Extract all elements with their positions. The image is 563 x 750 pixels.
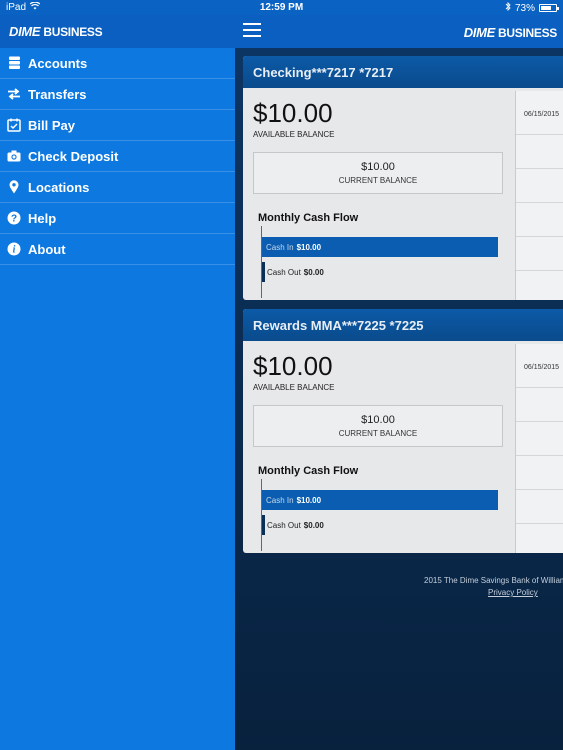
transaction-row <box>516 456 563 490</box>
menu-item-transfers[interactable]: Transfers <box>0 79 235 110</box>
status-time: 12:59 PM <box>259 2 304 13</box>
current-balance-box: $10.00 CURRENT BALANCE <box>253 152 503 194</box>
transaction-row <box>516 135 563 169</box>
account-card-body: $10.00 AVAILABLE BALANCE $10.00 CURRENT … <box>243 341 563 553</box>
main-content: Checking***7217 *7217 $10.00 AVAILABLE B… <box>235 48 563 750</box>
cash-in-value: $10.00 <box>296 242 322 252</box>
cash-out-value: $0.00 <box>303 268 324 277</box>
dime-business-logo: DIME BUSINESS <box>9 24 103 39</box>
accounts-icon <box>7 56 21 70</box>
menu-item-label: About <box>28 241 66 257</box>
transaction-date: 06/15/2015 <box>524 364 560 371</box>
account-title[interactable]: Checking***7217 *7217 <box>243 56 563 88</box>
menu-item-label: Locations <box>28 179 90 195</box>
menu-item-check-deposit[interactable]: Check Deposit <box>0 141 235 172</box>
menu-item-label: Transfers <box>28 86 87 102</box>
menu-item-bill-pay[interactable]: Bill Pay <box>0 110 235 141</box>
available-balance-label: AVAILABLE BALANCE <box>253 383 335 392</box>
transfers-icon <box>7 87 21 101</box>
cash-in-value: $10.00 <box>296 495 322 505</box>
cash-out-value: $0.00 <box>303 521 324 530</box>
top-bar: DIME BUSINESS <box>235 15 563 48</box>
side-menu: DIME BUSINESS Accounts Transfers Bill Pa… <box>0 15 235 750</box>
copyright-text: 2015 The Dime Savings Bank of Williamsbu… <box>424 576 563 585</box>
menu-item-about[interactable]: i About <box>0 234 235 265</box>
menu-header: DIME BUSINESS <box>0 15 235 48</box>
current-balance-label: CURRENT BALANCE <box>338 176 418 185</box>
balance-pane: $10.00 AVAILABLE BALANCE $10.00 CURRENT … <box>243 88 515 300</box>
menu-item-label: Help <box>28 210 57 226</box>
transaction-date: 06/15/2015 <box>524 111 560 118</box>
hamburger-menu-icon[interactable] <box>243 23 261 39</box>
question-icon: ? <box>7 211 21 225</box>
current-balance: $10.00 <box>361 414 395 426</box>
current-balance-label: CURRENT BALANCE <box>338 429 418 438</box>
cash-in-label: Cash In <box>266 242 294 252</box>
dime-business-logo-header: DIME BUSINESS <box>463 25 558 40</box>
current-balance: $10.00 <box>361 161 395 173</box>
transactions-pane: 06/15/2015 <box>515 91 563 300</box>
battery-icon <box>539 4 559 12</box>
available-balance: $10.00 <box>253 351 333 381</box>
battery-percent: 73% <box>514 2 535 14</box>
svg-text:?: ? <box>11 214 17 225</box>
transaction-row[interactable]: 06/15/2015 <box>516 344 563 388</box>
status-bar: iPad 12:59 PM 73% <box>0 0 563 15</box>
cash-out-bar <box>262 515 265 535</box>
cash-flow-title: Monthly Cash Flow <box>258 212 359 224</box>
location-pin-icon <box>7 180 21 194</box>
info-icon: i <box>7 242 21 256</box>
transaction-row <box>516 203 563 237</box>
cash-in-bar: Cash In $10.00 <box>262 237 498 257</box>
menu-item-label: Check Deposit <box>28 148 119 164</box>
transaction-row <box>516 388 563 422</box>
cash-flow-title: Monthly Cash Flow <box>258 465 359 477</box>
menu-item-accounts[interactable]: Accounts <box>0 48 235 79</box>
account-card[interactable]: Rewards MMA***7225 *7225 $10.00 AVAILABL… <box>243 309 563 553</box>
cash-in-bar: Cash In $10.00 <box>262 490 498 510</box>
bluetooth-icon <box>505 1 511 14</box>
menu-item-help[interactable]: ? Help <box>0 203 235 234</box>
cash-out-text: Cash Out $0.00 <box>267 521 324 530</box>
menu-item-label: Bill Pay <box>28 117 75 133</box>
account-card[interactable]: Checking***7217 *7217 $10.00 AVAILABLE B… <box>243 56 563 300</box>
cash-in-label: Cash In <box>266 495 294 505</box>
transaction-row <box>516 169 563 203</box>
cash-out-label: Cash Out <box>267 268 301 277</box>
battery-fill <box>541 6 552 10</box>
transactions-pane: 06/15/2015 <box>515 344 563 553</box>
calendar-check-icon <box>7 118 21 132</box>
cash-out-text: Cash Out $0.00 <box>267 268 324 277</box>
menu-item-label: Accounts <box>28 55 88 71</box>
transaction-row <box>516 490 563 524</box>
privacy-policy-link[interactable]: Privacy Policy <box>488 588 538 597</box>
cash-out-label: Cash Out <box>267 521 301 530</box>
transaction-row <box>516 237 563 271</box>
camera-icon <box>7 149 21 163</box>
balance-pane: $10.00 AVAILABLE BALANCE $10.00 CURRENT … <box>243 341 515 553</box>
available-balance: $10.00 <box>253 98 333 128</box>
available-balance-label: AVAILABLE BALANCE <box>253 130 335 139</box>
svg-text:i: i <box>13 245 16 256</box>
account-card-body: $10.00 AVAILABLE BALANCE $10.00 CURRENT … <box>243 88 563 300</box>
transaction-row[interactable]: 06/15/2015 <box>516 91 563 135</box>
cash-out-bar <box>262 262 265 282</box>
current-balance-box: $10.00 CURRENT BALANCE <box>253 405 503 447</box>
menu-item-locations[interactable]: Locations <box>0 172 235 203</box>
transaction-row <box>516 422 563 456</box>
account-title[interactable]: Rewards MMA***7225 *7225 <box>243 309 563 341</box>
